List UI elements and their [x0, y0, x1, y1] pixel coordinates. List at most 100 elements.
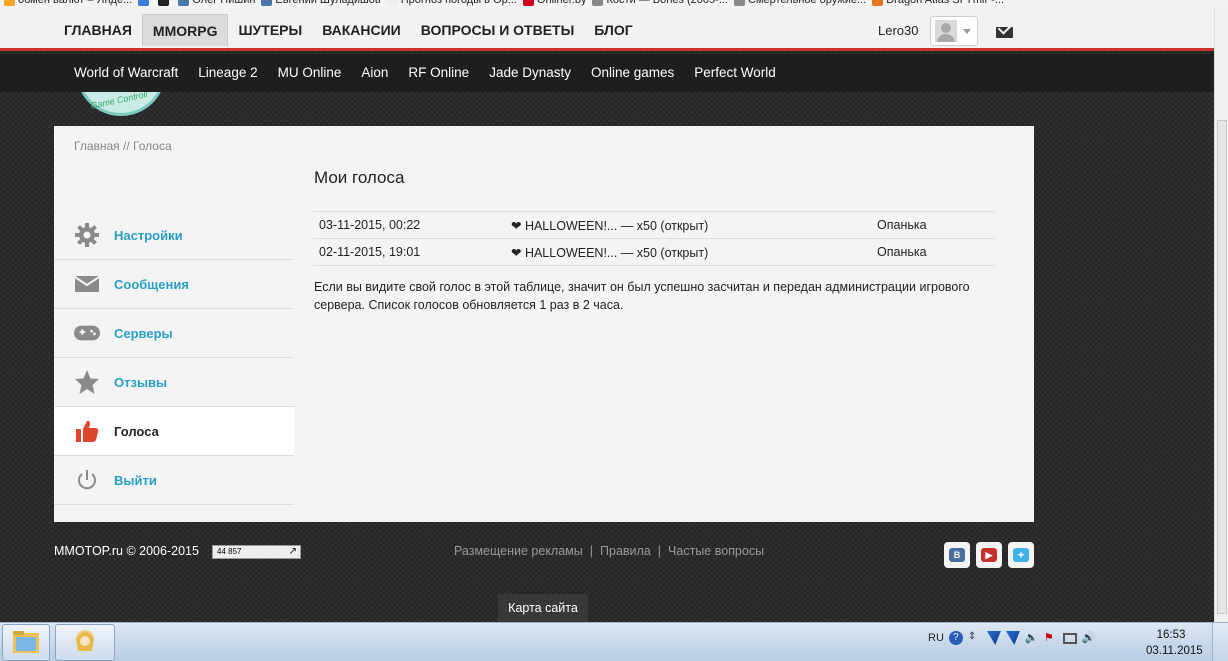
sidebar-item-logout[interactable]: Выйти	[54, 456, 294, 505]
top-navigation: ГЛАВНАЯ MMORPG ШУТЕРЫ ВАКАНСИИ ВОПРОСЫ И ОТВ…	[0, 8, 1214, 51]
character-icon	[76, 630, 94, 651]
bookmark-item[interactable]: Кости — Bones (2005-...	[592, 0, 728, 6]
twitter-button[interactable]: ✦	[1008, 542, 1034, 568]
mail-icon[interactable]	[996, 27, 1013, 38]
bookmark-favicon-icon	[734, 0, 745, 6]
monitor-icon[interactable]	[1062, 632, 1077, 644]
vote-date: 02-11-2015, 19:01	[313, 238, 505, 266]
topnav-item[interactable]: MMORPG	[141, 14, 229, 46]
subnav-item[interactable]: Lineage 2	[188, 54, 267, 92]
avatar-placeholder-icon	[935, 20, 957, 42]
topnav-item[interactable]: ШУТЕРЫ	[228, 14, 312, 46]
subnav-item[interactable]: RF Online	[398, 54, 479, 92]
bookmark-item[interactable]: обмен валют – Янде...	[4, 0, 132, 6]
breadcrumb-home[interactable]: Главная	[74, 139, 120, 153]
site-logo[interactable]: Game Controll	[76, 92, 166, 116]
bookmark-item[interactable]	[158, 0, 172, 6]
bookmark-item[interactable]: Прогноз погоды в Ор...	[386, 0, 517, 6]
bookmark-item[interactable]: Евгений Шульдишов	[261, 0, 381, 6]
user-avatar-dropdown[interactable]	[930, 16, 978, 46]
subnav-item[interactable]: Perfect World	[684, 54, 786, 92]
counter-value: 44 857	[217, 547, 242, 556]
arrow-icon: ↗	[288, 546, 297, 557]
bookmark-favicon-icon	[872, 0, 884, 6]
bookmark-label: Onliner.by	[536, 0, 587, 6]
sidebar-item-label: Серверы	[114, 325, 173, 341]
vk-button[interactable]: В	[944, 542, 970, 568]
vote-server-link[interactable]: ❤ HALLOWEEN!... — x50 (открыт)	[505, 238, 871, 266]
visitor-counter[interactable]: 44 857 ↗	[212, 545, 301, 559]
sidebar-item-votes[interactable]: Голоса	[54, 407, 294, 456]
footer-link-faq[interactable]: Частые вопросы	[668, 544, 764, 558]
topnav-item[interactable]: ВАКАНСИИ	[312, 14, 411, 46]
bookmark-label: Кости — Bones (2005-...	[606, 0, 728, 6]
topnav-item[interactable]: ВОПРОСЫ И ОТВЕТЫ	[411, 14, 585, 46]
explorer-taskbar-button[interactable]	[2, 624, 50, 661]
bookmark-favicon-icon	[4, 0, 15, 6]
envelope-icon	[74, 271, 100, 297]
games-subnav: World of Warcraft Lineage 2 MU Online Aion R…	[0, 54, 1214, 92]
bookmark-label: Dragon Atlas SI Ymir -...	[886, 0, 1005, 6]
vote-user: Опанька	[871, 238, 995, 266]
sidebar-item-settings[interactable]: Настройки	[54, 211, 294, 260]
folder-icon	[13, 631, 39, 653]
subnav-item[interactable]: MU Online	[268, 54, 352, 92]
caret-down-icon	[963, 28, 971, 34]
sidebar-item-label: Выйти	[114, 472, 157, 488]
bookmark-item[interactable]: Олег Нишин	[178, 0, 255, 6]
subnav-item[interactable]: Aion	[351, 54, 398, 92]
bookmark-label: обмен валют – Янде...	[18, 0, 133, 6]
sidebar-item-messages[interactable]: Сообщения	[54, 260, 294, 309]
bookmark-favicon-icon	[592, 0, 604, 6]
youtube-button[interactable]: ▶	[976, 542, 1002, 568]
windows-taskbar: RU ? ⇕ 🔈 ⚑ 🔊 16:53 03.11.2015	[0, 622, 1228, 661]
help-icon[interactable]: ?	[948, 631, 963, 645]
username-link[interactable]: Lero30	[878, 23, 918, 38]
topnav-item[interactable]: ГЛАВНАЯ	[54, 14, 142, 46]
sidebar-item-reviews[interactable]: Отзывы	[54, 358, 294, 407]
bookmark-label: Евгений Шульдишов	[275, 0, 381, 6]
tray-expand-icon[interactable]: ⇕	[968, 631, 982, 645]
network-icon-2[interactable]	[1005, 631, 1020, 645]
taskbar-clock[interactable]: 16:53 03.11.2015	[1146, 627, 1203, 659]
vote-date: 03-11-2015, 00:22	[313, 211, 505, 239]
footer-link-rules[interactable]: Правила	[600, 544, 651, 558]
table-row: 03-11-2015, 00:22 ❤ HALLOWEEN!... — x50 …	[313, 211, 995, 239]
gamepad-icon	[74, 320, 100, 346]
breadcrumb-current: Голоса	[133, 139, 172, 153]
sidebar-item-label: Отзывы	[114, 374, 168, 390]
subnav-item[interactable]: Online games	[581, 54, 684, 92]
sitemap-button[interactable]: Карта сайта	[498, 594, 588, 622]
language-indicator[interactable]: RU	[928, 632, 944, 644]
subnav-item[interactable]: Jade Dynasty	[479, 54, 581, 92]
system-tray: RU ? ⇕ 🔈 ⚑ 🔊	[928, 631, 1096, 645]
network-icon[interactable]	[986, 631, 1001, 645]
page-title: Мои голоса	[314, 168, 405, 187]
bookmark-item[interactable]	[138, 0, 152, 6]
flag-warning-icon[interactable]: ⚑	[1044, 631, 1058, 645]
speaker-muted-icon[interactable]: 🔈	[1025, 631, 1039, 645]
breadcrumb: Главная // Голоса	[74, 139, 172, 153]
bookmark-item[interactable]: Onliner.by	[522, 0, 587, 6]
bookmark-item[interactable]: Смертельное оружие...	[734, 0, 866, 6]
scrollbar-thumb[interactable]	[1217, 120, 1227, 614]
volume-icon[interactable]: 🔊	[1082, 631, 1096, 645]
bookmark-favicon-icon	[138, 0, 150, 6]
vk-icon: В	[949, 548, 965, 562]
bookmark-item[interactable]: Dragon Atlas SI Ymir -...	[872, 0, 1004, 6]
footer-link-ads[interactable]: Размещение рекламы	[454, 544, 583, 558]
bookmark-label: Олег Нишин	[192, 0, 256, 6]
vote-server-link[interactable]: ❤ HALLOWEEN!... — x50 (открыт)	[505, 211, 871, 239]
breadcrumb-separator: //	[119, 139, 134, 153]
sidebar-item-servers[interactable]: Серверы	[54, 309, 294, 358]
app-taskbar-button[interactable]	[55, 624, 115, 661]
topnav-item[interactable]: БЛОГ	[584, 14, 642, 46]
show-desktop-button[interactable]	[1212, 623, 1228, 661]
gear-icon	[74, 222, 100, 248]
page-scrollbar[interactable]	[1214, 8, 1228, 622]
votes-section: Мои голоса 03-11-2015, 00:22 ❤ HALLOWEEN…	[313, 168, 995, 312]
sidebar-item-label: Настройки	[114, 227, 183, 243]
subnav-item[interactable]: World of Warcraft	[64, 54, 188, 92]
sidebar-item-label: Голоса	[114, 423, 159, 439]
power-icon	[74, 467, 100, 493]
